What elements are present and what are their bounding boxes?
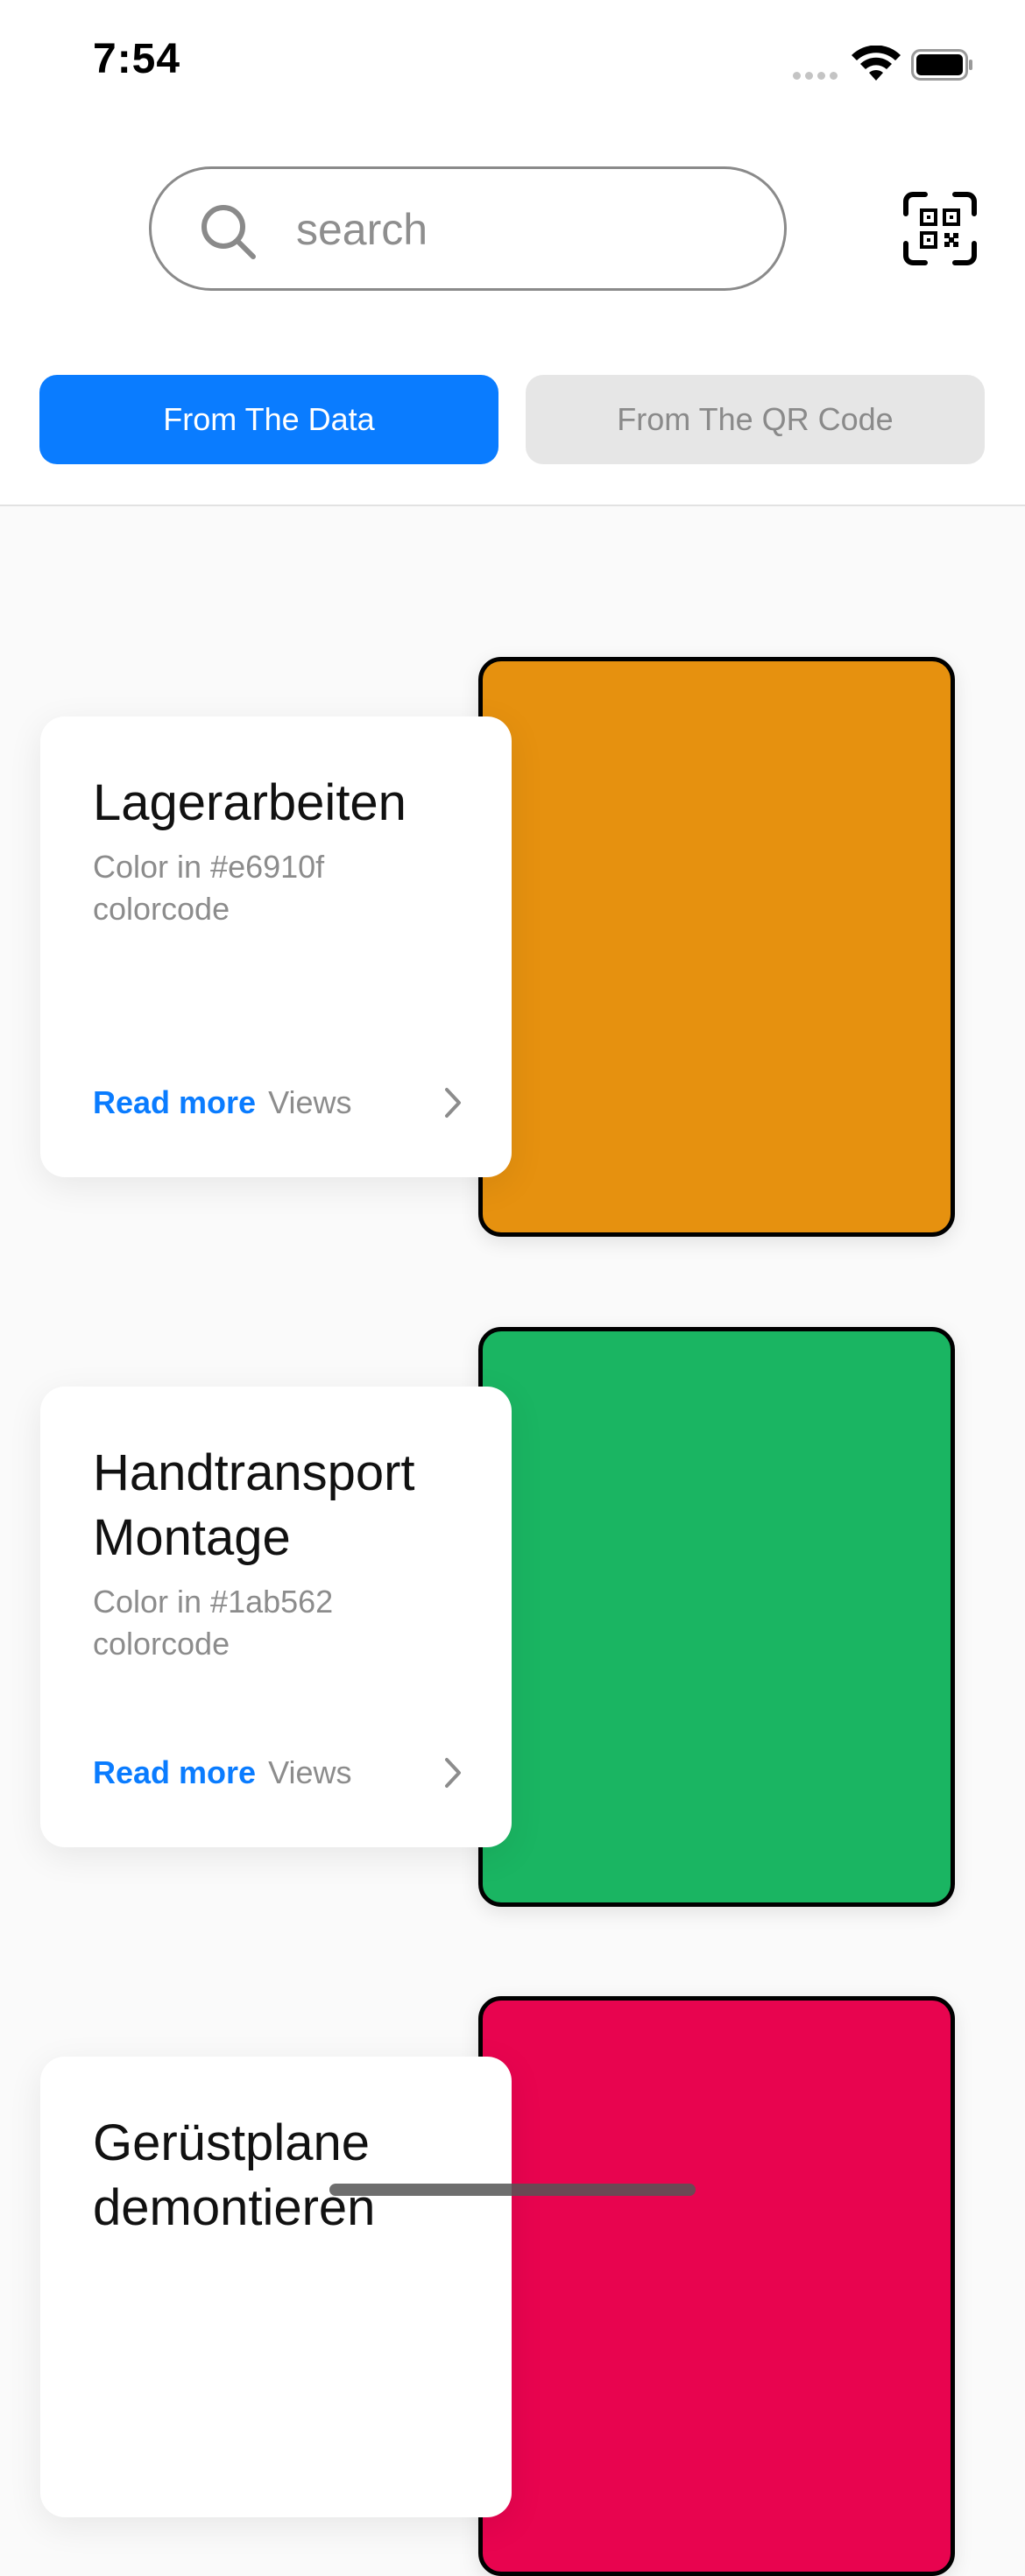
views-label: Views <box>268 1754 352 1790</box>
card-footer: Read more Views <box>93 1754 351 1791</box>
cellular-signal-icon <box>793 72 838 80</box>
color-swatch[interactable] <box>478 1996 955 2576</box>
home-indicator <box>329 2184 696 2196</box>
card-description: Color in #1ab562 colorcode <box>93 1584 334 1662</box>
color-card[interactable]: Handtransport Montage Color in #1ab562 c… <box>40 1387 512 1847</box>
color-card[interactable]: Gerüstplane demontieren <box>40 2057 512 2517</box>
card-description: Color in #e6910f colorcode <box>93 849 325 927</box>
search-icon <box>201 205 256 259</box>
read-more-link[interactable]: Read more <box>93 1754 256 1791</box>
card-footer: Read more Views <box>93 1084 351 1121</box>
color-card[interactable]: Lagerarbeiten Color in #e6910f colorcode… <box>40 716 512 1177</box>
tab-from-the-qr-code[interactable]: From The QR Code <box>526 375 985 464</box>
read-more-link[interactable]: Read more <box>93 1084 256 1121</box>
header: 7:54 search From The Data From The QR Co… <box>0 0 1025 506</box>
tab-from-the-data[interactable]: From The Data <box>39 375 498 464</box>
color-swatch[interactable] <box>478 1327 955 1907</box>
views-label: Views <box>268 1084 352 1120</box>
battery-icon <box>911 49 972 81</box>
color-swatch[interactable] <box>478 657 955 1237</box>
chevron-right-icon[interactable] <box>438 1753 468 1793</box>
card-title: Gerüstplane demontieren <box>93 2114 376 2236</box>
chevron-right-icon[interactable] <box>438 1083 468 1123</box>
wifi-icon <box>852 46 901 81</box>
qr-code-scan-icon[interactable] <box>902 191 978 266</box>
card-title: Lagerarbeiten <box>93 774 406 831</box>
search-input[interactable] <box>296 190 752 269</box>
card-title: Handtransport Montage <box>93 1444 415 1566</box>
search-bar[interactable] <box>149 166 787 291</box>
status-time: 7:54 <box>93 36 181 82</box>
